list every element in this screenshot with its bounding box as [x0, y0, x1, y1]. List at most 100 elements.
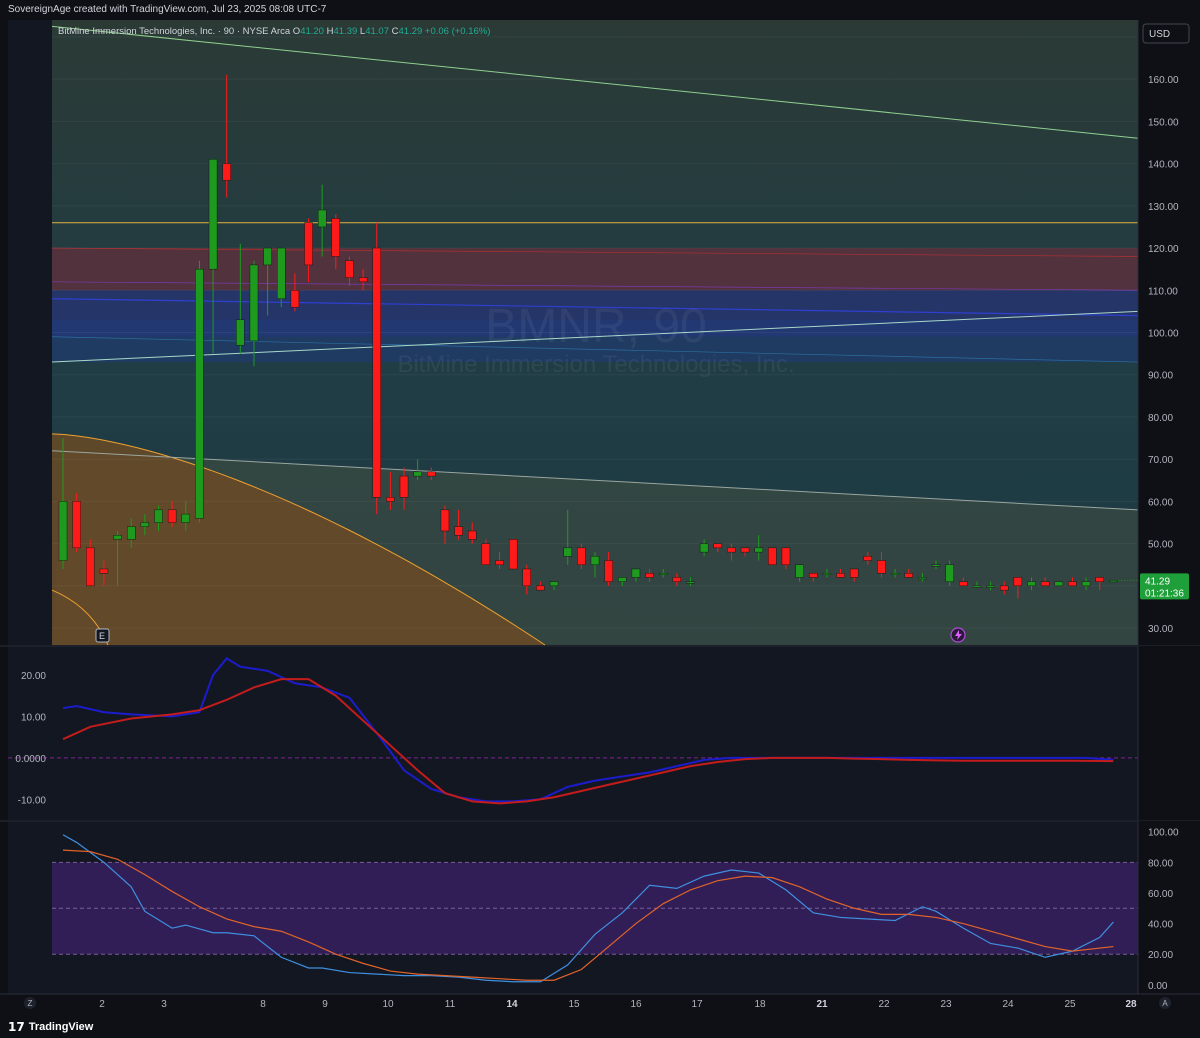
rsi-tick-label: 60.00 — [1148, 889, 1173, 900]
candle-body — [99, 568, 109, 574]
candle-body — [72, 501, 81, 549]
candle-body — [1109, 580, 1118, 583]
candle-body — [713, 543, 722, 549]
candle-body — [918, 577, 927, 580]
price-tick-label: 120.00 — [1148, 244, 1179, 255]
candle-body — [399, 475, 409, 498]
candle-body — [740, 547, 750, 553]
price-tick-label: 30.00 — [1148, 624, 1173, 635]
overlay-text: 2 3 8 9 10 11 14 15 16 17 18 21 22 23 24 25 28Z A — [0, 993, 1200, 1014]
x-tick-label: 18 — [754, 999, 766, 1010]
legend-part: 41.20 — [300, 26, 326, 37]
rsi-tick-label: 80.00 — [1148, 858, 1173, 869]
x-tick-label: 22 — [878, 999, 890, 1010]
candle-body — [345, 260, 354, 278]
x-tick-label: 21 — [816, 999, 828, 1010]
candle-body — [1095, 577, 1104, 582]
price-tick-label: 100.00 — [1148, 329, 1179, 340]
candle-body — [372, 247, 381, 498]
candle-body — [686, 581, 695, 584]
candle-body — [877, 560, 886, 574]
x-tick-label: 2 — [99, 999, 105, 1010]
candle-body — [440, 509, 450, 532]
x-tick-label: 3 — [161, 999, 167, 1010]
candle-body — [768, 547, 777, 565]
rsi-tick-label: 20.00 — [1148, 950, 1173, 961]
candle-body — [931, 564, 941, 567]
candle-body — [631, 568, 641, 578]
legend-line: BitMine Immersion Technologies, Inc. · 9… — [58, 26, 490, 37]
x-tick-label: 14 — [506, 999, 518, 1010]
candle-body — [795, 564, 804, 578]
rsi-panel[interactable]: 100.00 80.00 60.00 40.00 20.00 0.00 — [0, 820, 1200, 994]
candle-body — [986, 585, 995, 588]
price-tick-label: 150.00 — [1148, 117, 1179, 128]
x-tick-label: 23 — [940, 999, 952, 1010]
attribution-text: SovereignAge created with TradingView.co… — [8, 4, 327, 15]
macd-panel[interactable]: 20.00 10.00 0.0000 -10.00 — [0, 645, 1200, 820]
chart-canvas[interactable]: BMNR, 90BitMine Immersion Technologies, … — [0, 20, 1200, 1014]
macd-axis-bg — [1138, 646, 1200, 820]
candle-body — [277, 247, 286, 299]
candle-body — [754, 547, 763, 553]
candle-body — [822, 573, 832, 575]
macd-tick-label: 10.00 — [21, 712, 46, 723]
macd-tick-label: 20.00 — [21, 671, 46, 682]
candle-body — [1054, 581, 1063, 587]
price-tick-label: 50.00 — [1148, 540, 1173, 551]
candle-body — [167, 509, 177, 523]
rsi-axis-bg — [1138, 821, 1200, 994]
candle-body — [672, 577, 682, 582]
left-gutter — [8, 20, 52, 645]
x-tick-label: 11 — [445, 999, 456, 1010]
candle-body — [86, 547, 95, 587]
candle-body — [522, 568, 531, 587]
candle-body — [849, 568, 859, 578]
candle-body — [563, 547, 572, 557]
x-tick-label: 25 — [1064, 999, 1076, 1010]
scale-mode-right-label: A — [1162, 999, 1168, 1008]
candle-body — [127, 526, 136, 540]
candle-body — [890, 573, 900, 575]
x-tick-label: 15 — [568, 999, 580, 1010]
legend-part: 41.39 — [333, 26, 359, 37]
attribution-bar: SovereignAge created with TradingView.co… — [0, 0, 1200, 20]
candle-body — [181, 513, 190, 523]
candle-body — [222, 163, 231, 181]
price-tag-value: 41.29 — [1145, 576, 1170, 587]
price-tag-countdown: 01:21:36 — [1145, 588, 1184, 599]
footer-bar: 17 TradingView — [0, 1014, 1200, 1038]
candle-body — [236, 319, 245, 346]
candle-body — [863, 556, 873, 561]
candle-body — [195, 268, 204, 519]
candle-body — [945, 564, 954, 582]
x-tick-label: 28 — [1125, 999, 1137, 1010]
candle-body — [386, 496, 395, 502]
price-tick-label: 140.00 — [1148, 160, 1179, 171]
candle-body — [536, 585, 545, 591]
legend-part: 41.29 — [399, 26, 425, 37]
candle-body — [1013, 577, 1023, 587]
candle-body — [809, 573, 818, 578]
candle-body — [427, 471, 436, 477]
tradingview-logo-text: TradingView — [28, 1021, 94, 1033]
x-tick-label: 17 — [691, 999, 703, 1010]
price-panel[interactable]: BMNR, 90BitMine Immersion Technologies, … — [0, 20, 1200, 646]
earnings-marker-label: E — [99, 631, 105, 641]
candle-body — [154, 509, 163, 523]
candle-body — [317, 209, 327, 228]
candle-body — [1000, 585, 1009, 591]
price-tick-label: 60.00 — [1148, 497, 1173, 508]
candle-body — [495, 560, 504, 565]
currency-button-label: USD — [1149, 29, 1170, 40]
price-tick-label: 130.00 — [1148, 202, 1179, 213]
tradingview-logo: 17 TradingView — [8, 1020, 93, 1034]
candle-body — [604, 560, 613, 582]
candle-body — [481, 543, 491, 565]
candle-body — [140, 522, 150, 527]
candle-body — [1068, 581, 1077, 587]
candle-body — [58, 501, 68, 561]
candle-body — [454, 526, 463, 536]
x-tick-label: 8 — [260, 999, 266, 1010]
candle-body — [413, 471, 422, 477]
